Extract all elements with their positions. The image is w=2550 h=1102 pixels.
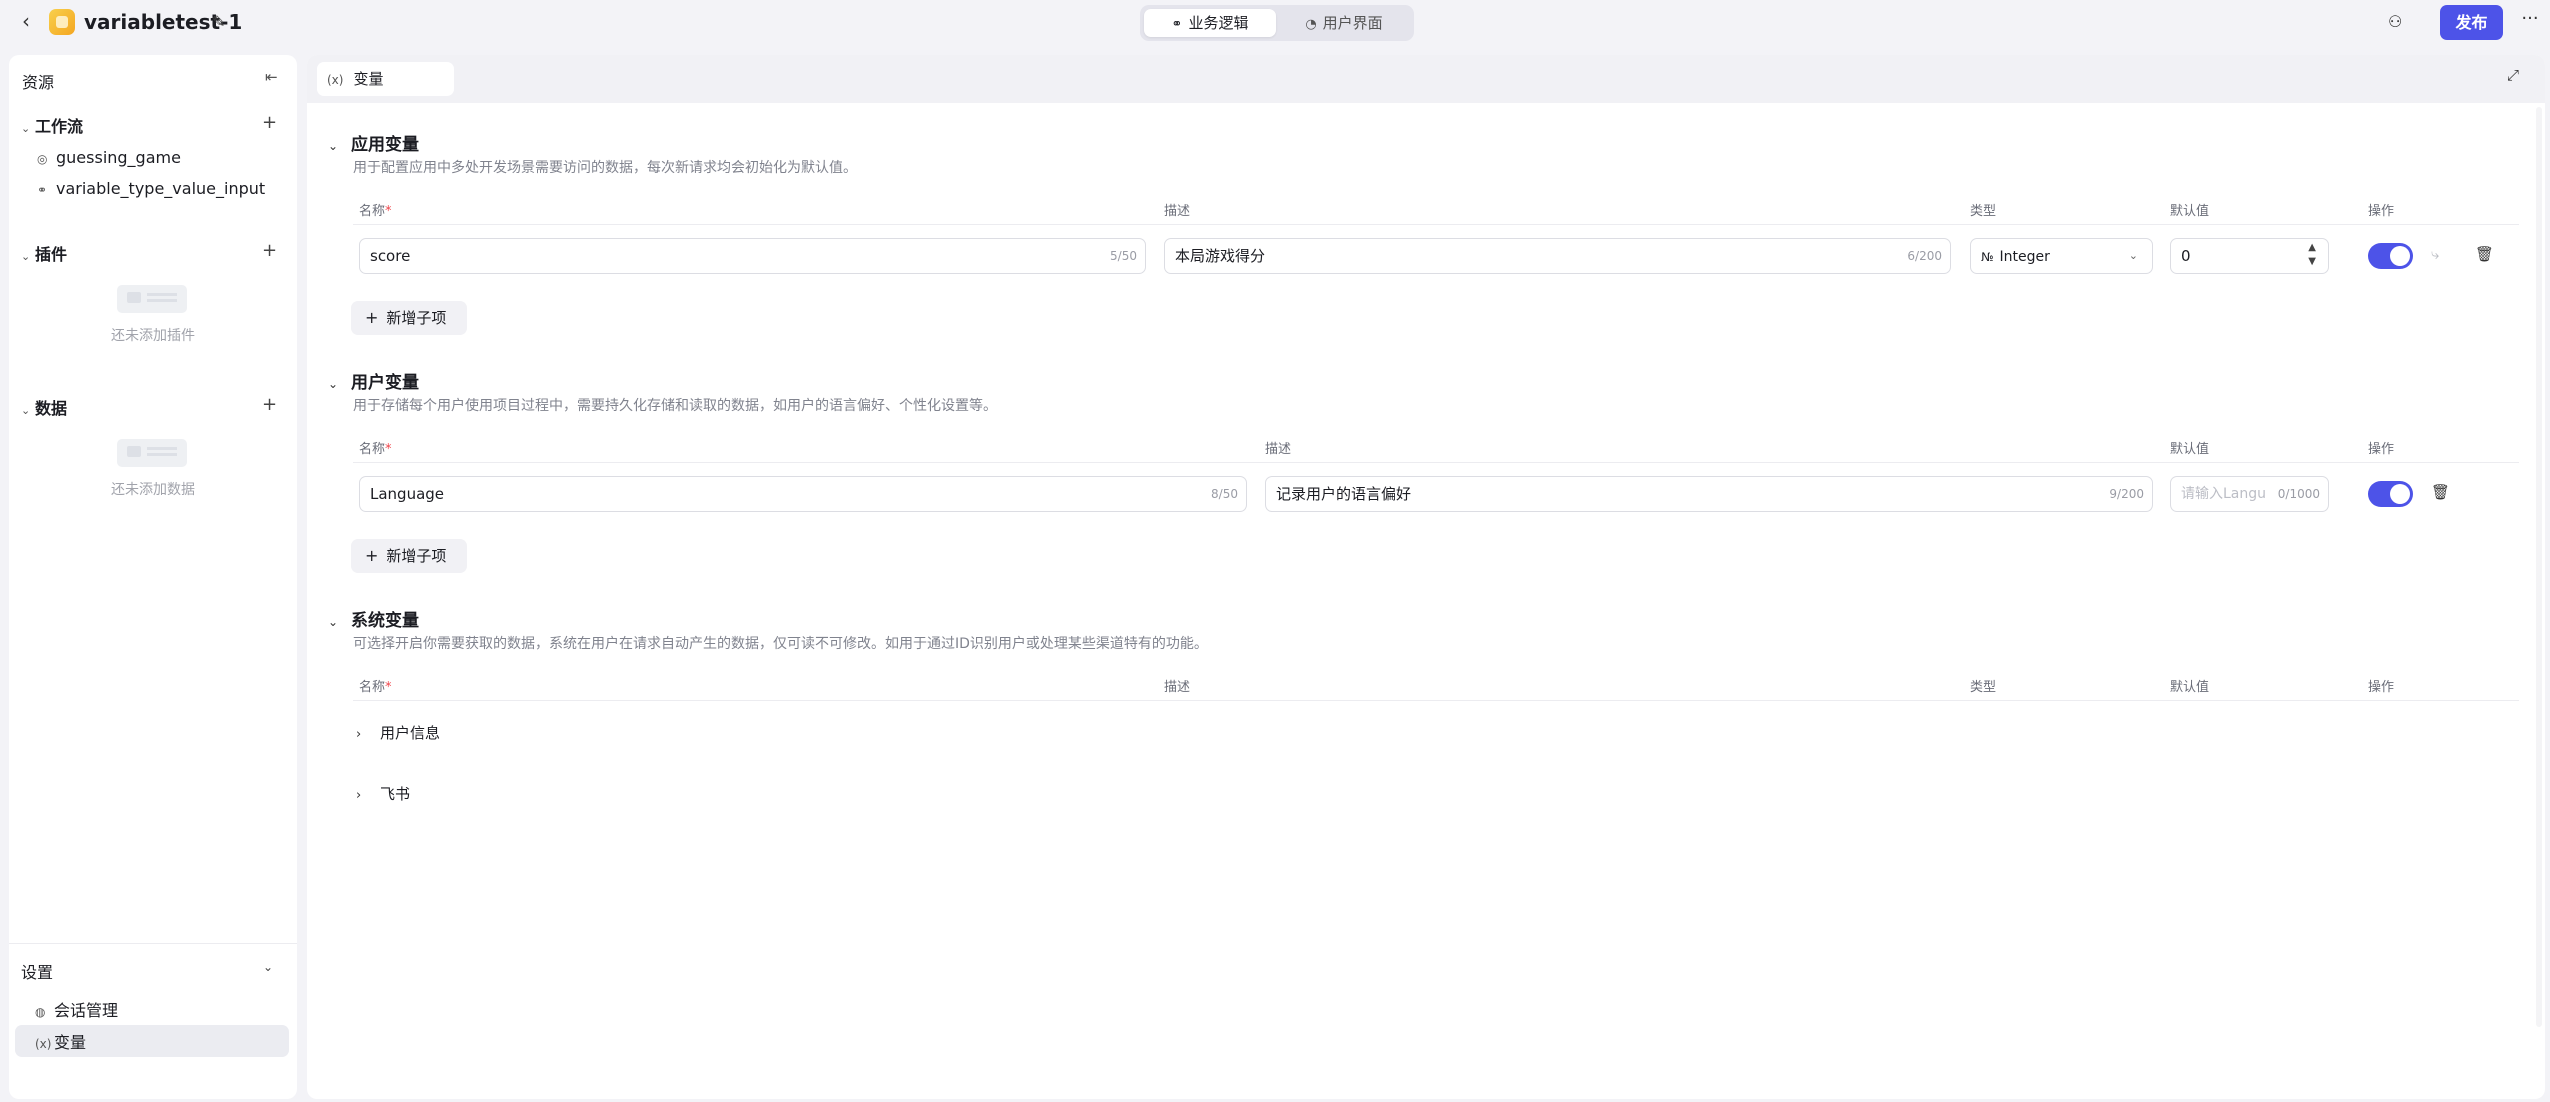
tab-business-logic[interactable]: ⚭ 业务逻辑 (1144, 9, 1276, 37)
var-type-select[interactable]: № Integer ⌄ (1970, 238, 2153, 274)
sidebar-item-variables[interactable]: (x) 变量 (35, 1029, 86, 1053)
variable-icon: (x) (327, 73, 344, 87)
main-panel: (x) 变量 ⤢ ⌄ 应用变量 用于配置应用中多处开发场景需要访问的数据，每次新请求… (307, 55, 2545, 1099)
empty-data-text: 还未添加数据 (111, 482, 195, 498)
chevron-down-icon: ⌄ (21, 250, 31, 263)
col-name: 名称* (359, 204, 392, 219)
app-variables-desc: 用于配置应用中多处开发场景需要访问的数据，每次新请求均会初始化为默认值。 (353, 160, 857, 176)
col-ops: 操作 (2368, 204, 2395, 219)
add-child-button[interactable]: + 新增子项 (351, 539, 467, 573)
scrollbar[interactable] (2536, 107, 2542, 1027)
col-ops: 操作 (2368, 442, 2395, 457)
col-default: 默认值 (2170, 204, 2210, 219)
tab-user-interface[interactable]: ◔ 用户界面 (1278, 9, 1410, 37)
system-group-feishu[interactable]: › 飞书 (356, 783, 410, 804)
var-default-stepper[interactable]: 0 ▲ ▼ (2170, 238, 2329, 274)
var-default-input[interactable]: 请输入Langu 0/1000 (2170, 476, 2329, 512)
col-desc: 描述 (1164, 680, 1191, 695)
publish-button[interactable]: 发布 (2440, 5, 2503, 40)
empty-data-illustration (117, 439, 187, 467)
var-name-input[interactable]: Language 8/50 (359, 476, 1247, 512)
divider (353, 700, 2519, 701)
integer-icon: № (1981, 250, 1994, 264)
add-workflow-button[interactable]: + (262, 112, 277, 133)
view-switcher: ⚭ 业务逻辑 ◔ 用户界面 (1140, 5, 1414, 41)
add-child-icon[interactable]: ⤷ (2431, 245, 2439, 263)
chevron-down-icon: ⌄ (328, 377, 339, 391)
var-desc-input[interactable]: 本局游戏得分 6/200 (1164, 238, 1951, 274)
add-child-button[interactable]: + 新增子项 (351, 301, 467, 335)
collapse-sidebar-icon[interactable]: ⇤ (265, 68, 278, 86)
enable-toggle[interactable] (2368, 481, 2413, 507)
resource-sidebar: 资源 ⇤ ⌄ 工作流 + ◎ guessing_game ⚭ variable_typ… (9, 55, 297, 1099)
editor-tab-bar: (x) 变量 ⤢ (307, 55, 2545, 103)
plus-icon: + (365, 308, 379, 327)
section-workflow[interactable]: ⌄ 工作流 (21, 113, 83, 136)
chevron-down-icon: ⌄ (328, 139, 339, 153)
system-variables-desc: 可选择开启你需要获取的数据，系统在用户在请求自动产生的数据，仅可读不可修改。如用… (353, 636, 1208, 652)
sidebar-title: 资源 (22, 73, 55, 92)
add-plugin-button[interactable]: + (262, 240, 277, 261)
divider (353, 462, 2519, 463)
system-variables-header[interactable]: ⌄ 系统变量 (328, 606, 419, 631)
col-desc: 描述 (1265, 442, 1292, 457)
back-icon[interactable]: ‹ (14, 10, 38, 34)
chevron-right-icon: › (356, 727, 362, 742)
delete-icon[interactable]: 🗑 (2475, 245, 2494, 263)
app-logo (49, 9, 75, 35)
empty-plugin-illustration (117, 285, 187, 313)
variable-icon: (x) (35, 1037, 52, 1051)
expand-icon[interactable]: ⤢ (2507, 66, 2519, 84)
var-desc-input[interactable]: 记录用户的语言偏好 9/200 (1265, 476, 2153, 512)
chevron-down-icon[interactable]: ⌄ (263, 960, 273, 974)
divider (353, 224, 2519, 225)
col-name: 名称* (359, 442, 392, 457)
collaborators-icon[interactable]: ⚇ (2388, 12, 2410, 34)
top-bar: ‹ variabletest-1 ✎ ⚭ 业务逻辑 ◔ 用户界面 ⚇ 发布 ··· (0, 0, 2550, 46)
delete-icon[interactable]: 🗑 (2431, 483, 2450, 501)
col-type: 类型 (1970, 680, 1997, 695)
user-variables-header[interactable]: ⌄ 用户变量 (328, 368, 419, 393)
stepper-arrows-icon[interactable]: ▲ ▼ (2308, 241, 2316, 269)
empty-plugin-text: 还未添加插件 (111, 328, 195, 344)
settings-header[interactable]: 设置 (21, 959, 53, 983)
col-default: 默认值 (2170, 442, 2210, 457)
system-group-user-info[interactable]: › 用户信息 (356, 722, 440, 743)
chevron-down-icon: ⌄ (328, 615, 339, 629)
sidebar-item-workflow[interactable]: ⚭ variable_type_value_input (37, 179, 265, 203)
add-data-button[interactable]: + (262, 394, 277, 415)
sidebar-item-conversation[interactable]: ◍ 会话管理 (35, 997, 118, 1021)
more-icon[interactable]: ··· (2518, 8, 2542, 32)
col-desc: 描述 (1164, 204, 1191, 219)
conversation-icon: ◍ (35, 1005, 46, 1019)
sidebar-divider (9, 943, 297, 944)
user-variables-desc: 用于存储每个用户使用项目过程中，需要持久化存储和读取的数据，如用户的语言偏好、个… (353, 398, 997, 414)
plus-icon: + (365, 546, 379, 565)
palette-icon: ◔ (1305, 17, 1317, 32)
chevron-down-icon: ⌄ (21, 404, 31, 417)
enable-toggle[interactable] (2368, 243, 2413, 269)
col-ops: 操作 (2368, 680, 2395, 695)
workflow-node-icon: ◎ (37, 152, 48, 166)
edit-icon[interactable]: ✎ (212, 12, 232, 32)
app-variables-header[interactable]: ⌄ 应用变量 (328, 130, 419, 155)
chevron-down-icon: ⌄ (2128, 249, 2138, 262)
workflow-node-icon: ⚭ (37, 183, 48, 197)
sidebar-item-workflow[interactable]: ◎ guessing_game (37, 148, 181, 172)
col-default: 默认值 (2170, 680, 2210, 695)
section-plugins[interactable]: ⌄ 插件 (21, 241, 67, 264)
workflow-icon: ⚭ (1171, 17, 1183, 32)
col-type: 类型 (1970, 204, 1997, 219)
section-data[interactable]: ⌄ 数据 (21, 395, 67, 418)
col-name: 名称* (359, 680, 392, 695)
tab-variables[interactable]: (x) 变量 (317, 62, 454, 96)
chevron-right-icon: › (356, 788, 362, 803)
var-name-input[interactable]: score 5/50 (359, 238, 1146, 274)
chevron-down-icon: ⌄ (21, 122, 31, 135)
